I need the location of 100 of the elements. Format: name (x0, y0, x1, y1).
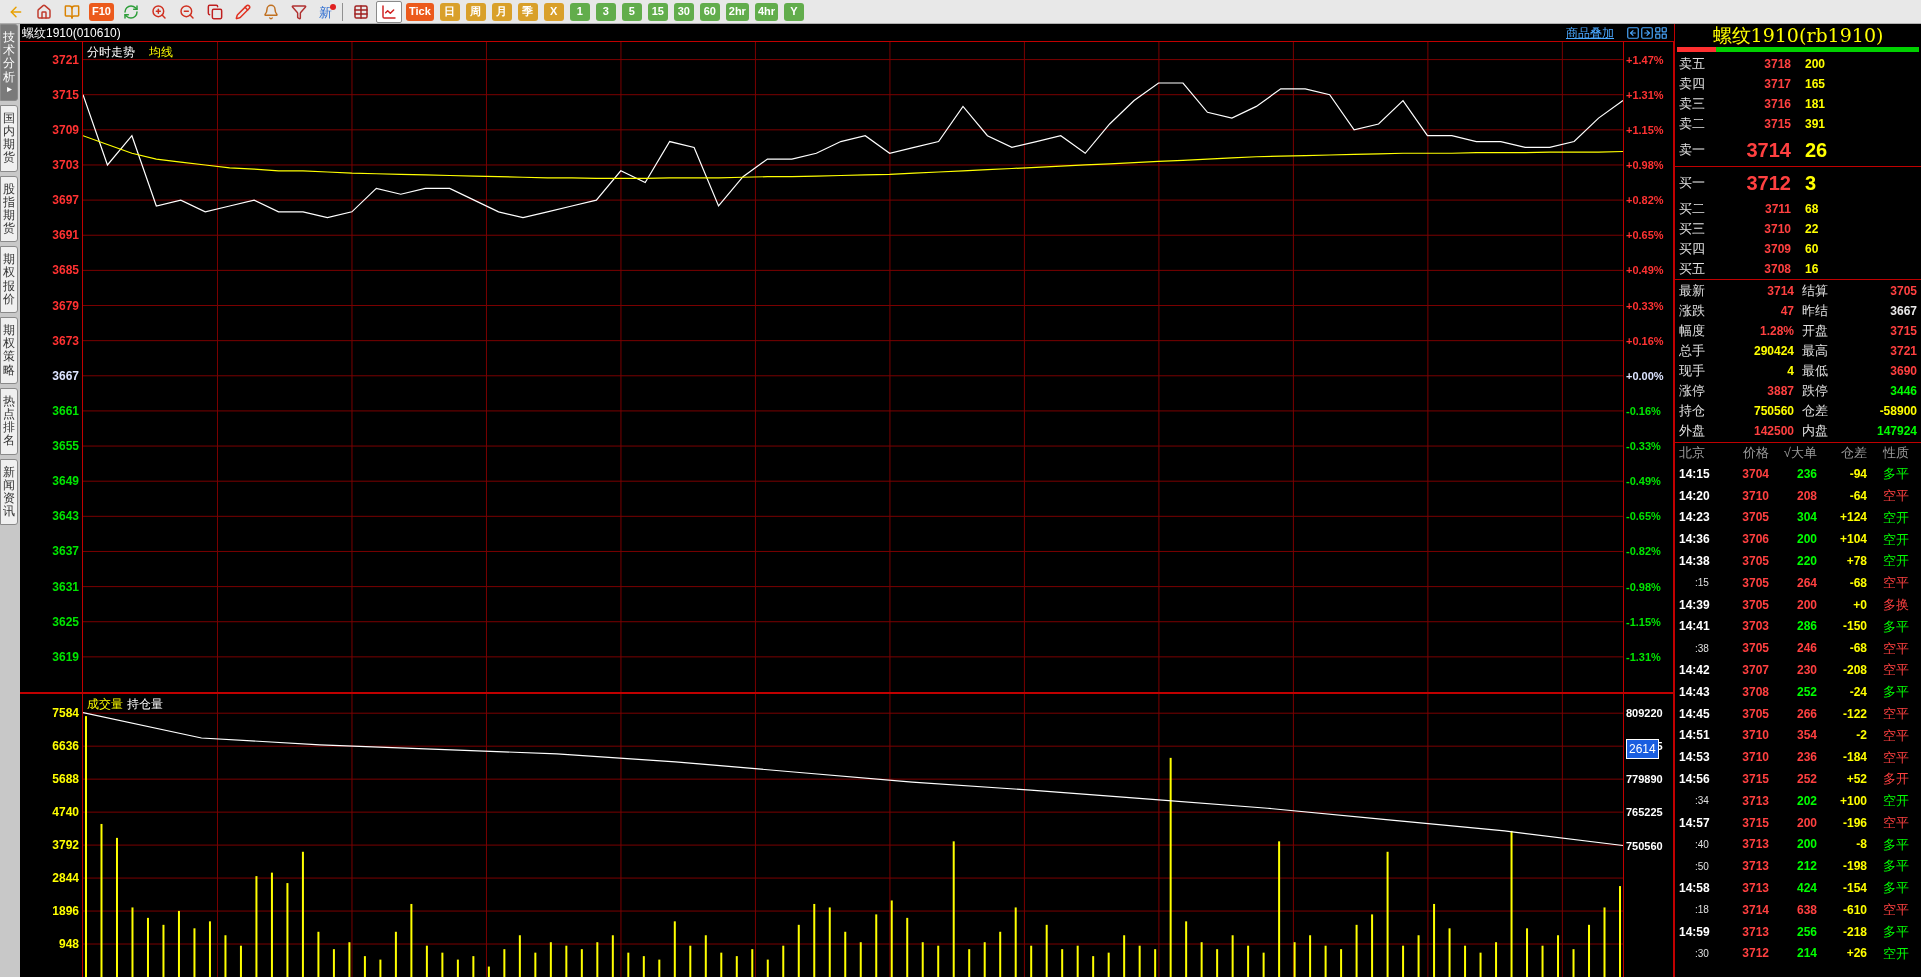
trade-change: -198 (1841, 858, 1867, 876)
next-icon[interactable] (1640, 25, 1654, 40)
stat-label: 最高 (1802, 342, 1828, 361)
period-button[interactable]: 季 (517, 2, 538, 21)
volume-bar (735, 956, 738, 977)
period-button[interactable]: Y (784, 2, 805, 21)
side-tab[interactable]: 热点排名 (0, 387, 18, 455)
trade-price: 3712 (1741, 945, 1769, 963)
percent-axis-label: +1.31% (1626, 87, 1664, 103)
period-button[interactable]: 3 (595, 2, 616, 21)
stat-value: -58900 (1879, 403, 1917, 420)
volume-bar (859, 942, 862, 977)
percent-axis-label: -0.49% (1626, 473, 1661, 489)
trade-nature: 空平 (1882, 748, 1909, 767)
open-interest-axis-label: 765225 (1626, 805, 1663, 820)
period-button[interactable]: X (543, 2, 564, 21)
stat-label: 最低 (1802, 362, 1828, 381)
trade-price: 3706 (1741, 531, 1769, 549)
trade-time: :50 (1694, 859, 1710, 874)
volume-bar (193, 928, 196, 977)
period-button[interactable]: 30 (673, 2, 694, 21)
volume-bar (797, 924, 800, 977)
percent-axis-label: +0.33% (1626, 298, 1664, 314)
order-level-label: 买五 (1679, 260, 1706, 279)
chart-title: 螺纹1910(010610) (21, 24, 122, 42)
windows-icon (206, 3, 223, 20)
stat-value: 3714 (1767, 283, 1794, 300)
news-button[interactable]: 新 (314, 1, 336, 22)
side-tab[interactable]: 期权报价 (0, 246, 18, 313)
stat-label: 外盘 (1679, 422, 1705, 441)
volume-bar (208, 921, 211, 977)
pen-icon (234, 3, 251, 20)
price-axis-label: 3697 (52, 192, 79, 210)
trade-volume: 200 (1795, 836, 1817, 854)
period-button[interactable]: 5 (621, 2, 642, 21)
volume-bar (379, 959, 382, 977)
stat-value: 3667 (1890, 303, 1917, 320)
previous-icon[interactable] (1626, 25, 1640, 40)
order-level-label: 卖三 (1679, 95, 1706, 114)
order-volume: 16 (1805, 261, 1819, 278)
period-button[interactable]: Tick (405, 2, 434, 21)
order-price: 3710 (1763, 221, 1791, 238)
trade-time: 14:42 (1679, 662, 1711, 680)
period-button[interactable]: 周 (465, 2, 486, 21)
trade-change: -24 (1848, 683, 1867, 701)
trade-time: 14:56 (1679, 771, 1711, 789)
volume-bar (596, 942, 599, 977)
side-tab[interactable]: 新闻资讯 (0, 458, 18, 526)
volume-bar (1417, 935, 1420, 977)
period-button[interactable]: 日 (439, 2, 460, 21)
layout-icon[interactable] (1654, 25, 1668, 40)
volume-bar (518, 935, 521, 977)
trade-volume: 208 (1795, 487, 1817, 505)
trade-time: 14:45 (1679, 705, 1711, 723)
trade-time: :40 (1694, 837, 1710, 852)
period-button[interactable]: 月 (491, 2, 512, 21)
period-button[interactable]: 60 (699, 2, 720, 21)
period-button[interactable]: F10 (89, 2, 114, 21)
period-button[interactable]: 15 (647, 2, 668, 21)
stat-value: 47 (1780, 303, 1794, 320)
trade-price: 3713 (1741, 923, 1769, 941)
side-tab[interactable]: 技术分析 ▸ (0, 24, 18, 101)
trade-nature: 多平 (1882, 835, 1909, 854)
column-header: 价格 (1742, 444, 1769, 463)
trade-change: -122 (1841, 705, 1867, 723)
volume-bar (332, 949, 335, 977)
overlay-link[interactable]: 商品叠加 (1566, 23, 1614, 42)
trade-nature: 空开 (1882, 530, 1909, 549)
zoom-in-icon (150, 3, 167, 20)
filter-icon (290, 3, 307, 20)
volume-bar (1479, 952, 1482, 977)
order-level-label: 卖一 (1679, 141, 1706, 160)
volume-bar (1076, 945, 1079, 977)
trade-change: +100 (1838, 792, 1867, 810)
trade-price: 3710 (1741, 727, 1769, 745)
trade-time: 14:43 (1679, 683, 1711, 701)
column-header: 北京 (1679, 444, 1706, 463)
side-tab[interactable]: 股指期货 (0, 175, 18, 243)
price-axis-label: 3709 (52, 121, 79, 139)
side-tab[interactable]: 期权策略 (0, 317, 18, 384)
price-axis-label: 3691 (52, 227, 79, 245)
order-volume: 22 (1805, 221, 1819, 238)
volume-bar (394, 931, 397, 977)
trade-time: 14:38 (1679, 553, 1711, 571)
period-button[interactable]: 2hr (725, 2, 749, 21)
period-button[interactable]: 4hr (754, 2, 779, 21)
order-price: 3717 (1763, 76, 1791, 93)
side-tab[interactable]: 国内期货 (0, 104, 18, 172)
chart-button[interactable] (375, 0, 402, 23)
volume-bar (472, 956, 475, 977)
percent-axis-label: +1.47% (1626, 52, 1664, 68)
trade-price: 3715 (1741, 771, 1769, 789)
trade-time: :18 (1694, 903, 1710, 918)
stat-value: 4 (1787, 363, 1794, 380)
stat-label: 跌停 (1802, 382, 1828, 401)
trade-nature: 空开 (1882, 508, 1909, 527)
stat-value: 290424 (1753, 343, 1794, 360)
percent-axis-label: -1.15% (1626, 614, 1661, 630)
period-button[interactable]: 1 (569, 2, 590, 21)
stat-label: 结算 (1802, 282, 1828, 301)
